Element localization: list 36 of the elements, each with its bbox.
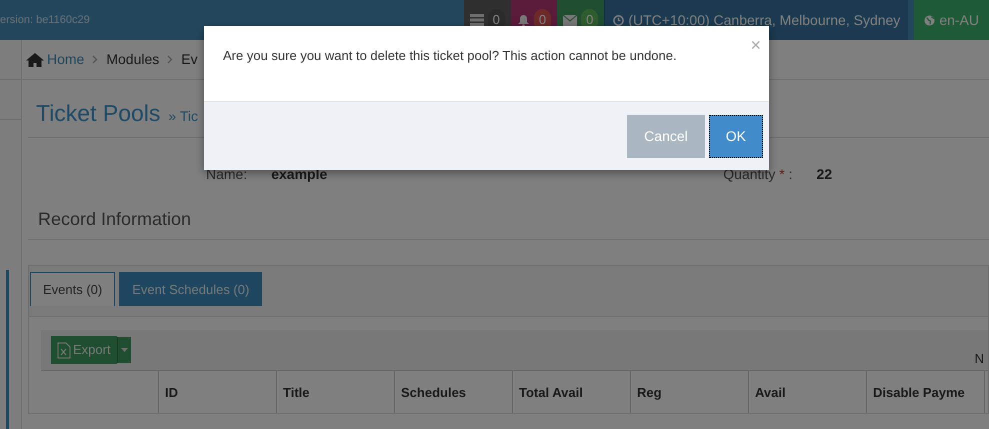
tab[interactable]: Event Schedules (0) xyxy=(119,272,262,306)
bell-icon xyxy=(516,14,530,26)
table-header-cell: Disable Payme xyxy=(867,371,985,413)
tab[interactable]: Events (0) xyxy=(30,272,116,306)
table-header-cell: Total Avail xyxy=(513,371,631,413)
cancel-button[interactable]: Cancel xyxy=(627,114,705,158)
excel-file-icon xyxy=(57,342,71,358)
table-header-cell: Avail xyxy=(749,371,867,413)
required-mark: * xyxy=(778,166,785,182)
table-header-cell: ID xyxy=(159,371,277,413)
home-icon xyxy=(25,52,45,68)
caret-icon xyxy=(120,348,128,352)
subtitle-text: » Tic xyxy=(168,107,198,126)
breadcrumb-item[interactable]: Modules xyxy=(106,49,160,70)
ok-button[interactable]: OK xyxy=(708,114,763,158)
table-header-cell: Schedules xyxy=(395,371,513,413)
chevron-icon xyxy=(92,55,98,64)
table-header-cell: Title xyxy=(277,371,395,413)
section-title: Record Information xyxy=(38,208,192,228)
export-button[interactable]: Export xyxy=(51,336,117,364)
language-menu[interactable]: en-AU xyxy=(914,0,989,40)
breadcrumb-item[interactable]: Ev xyxy=(181,49,198,70)
dialog-message: Are you sure you want to delete this ticket pool? This action cannot be undone. xyxy=(223,48,677,63)
table-header-cell: Reg xyxy=(631,371,749,413)
field-label: Name: xyxy=(206,164,248,184)
field-value: example xyxy=(271,164,328,184)
envelope-icon xyxy=(563,14,578,26)
toolbar-text: N xyxy=(974,350,984,368)
version-text: ersion: be1160c29 xyxy=(0,12,91,28)
page-title: Ticket Pools xyxy=(36,99,160,128)
server-icon xyxy=(470,14,484,26)
field-value: 22 xyxy=(816,164,832,184)
chevron-icon xyxy=(167,55,174,64)
globe-icon xyxy=(924,14,936,26)
export-dropdown-toggle[interactable] xyxy=(116,337,131,363)
breadcrumb-link[interactable]: Home xyxy=(47,49,84,70)
